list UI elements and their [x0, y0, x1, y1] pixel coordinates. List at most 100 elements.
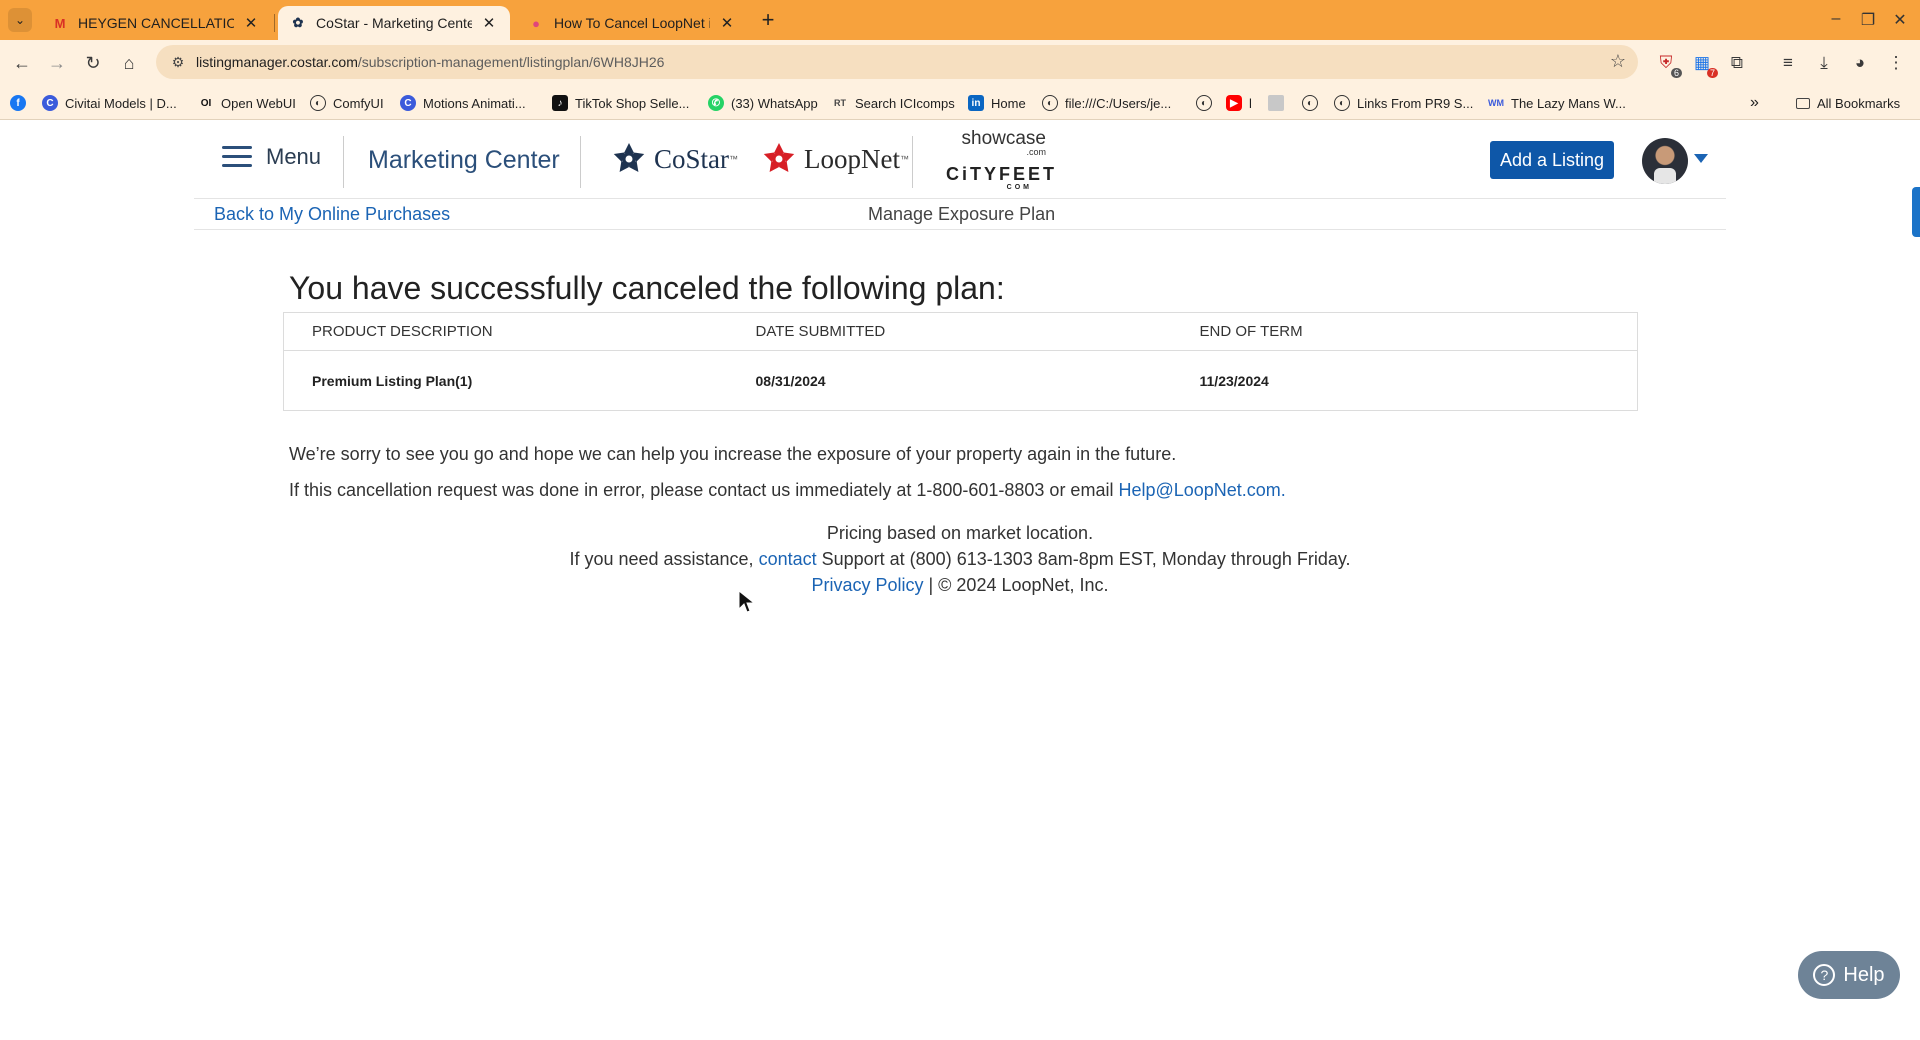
legal-line: Privacy Policy | © 2024 LoopNet, Inc.: [0, 572, 1920, 598]
avatar[interactable]: [1642, 138, 1688, 184]
tiktok-icon: ♪: [552, 95, 568, 111]
whatsapp-icon: ✆: [708, 95, 724, 111]
bookmark-star-icon[interactable]: ☆: [1610, 51, 1626, 72]
tab-heygen-cancellation[interactable]: M HEYGEN CANCELLATION - Ja ✕: [40, 6, 272, 40]
tab-title: CoStar - Marketing Center: [316, 15, 472, 31]
new-tab-button[interactable]: +: [756, 7, 780, 32]
bookmark-motions[interactable]: C Motions Animati...: [400, 94, 526, 112]
header-divider: [343, 136, 344, 188]
rt-icon: RT: [834, 98, 846, 108]
bookmark-lazy-mans[interactable]: WM The Lazy Mans W...: [1488, 94, 1626, 112]
loopnet-icon: ●: [532, 15, 540, 31]
error-message: If this cancellation request was done in…: [289, 480, 1286, 501]
subnav-bar: Back to My Online Purchases Manage Expos…: [194, 198, 1726, 230]
close-icon[interactable]: ✕: [242, 14, 260, 32]
column-header: PRODUCT DESCRIPTION: [283, 312, 728, 351]
home-icon[interactable]: ⌂: [117, 51, 141, 75]
shield-extension-icon[interactable]: ⛨ 6: [1654, 51, 1682, 78]
help-button[interactable]: ? Help: [1798, 951, 1900, 999]
bookmarks-bar: f C Civitai Models | D... OI Open WebUI ◐ C…: [0, 86, 1920, 120]
restore-icon[interactable]: ❐: [1858, 10, 1878, 30]
bookmark-globe[interactable]: ◐: [1196, 94, 1219, 112]
tab-how-to-cancel-loopnet[interactable]: ● How To Cancel LoopNet in T ✕: [516, 6, 748, 40]
side-scroll-tab[interactable]: [1912, 187, 1920, 237]
close-icon[interactable]: ✕: [718, 14, 736, 32]
profile-icon[interactable]: ◕: [1848, 51, 1872, 75]
footer: Pricing based on market location. If you…: [0, 520, 1920, 598]
question-icon: ?: [1813, 964, 1836, 986]
header-divider: [912, 136, 913, 188]
forward-arrow-icon[interactable]: →: [45, 51, 69, 75]
bookmark-links-from-pr9[interactable]: ◐ Links From PR9 S...: [1334, 94, 1473, 112]
bookmark-open-webui[interactable]: OI Open WebUI: [198, 94, 296, 112]
costar-mark-icon: [613, 143, 645, 172]
header-divider: [580, 136, 581, 188]
address-bar[interactable]: ⚙ listingmanager.costar.com/subscription…: [156, 45, 1638, 79]
bookmark-facebook[interactable]: f: [10, 94, 33, 112]
back-to-purchases-link[interactable]: Back to My Online Purchases: [214, 204, 450, 225]
all-bookmarks-button[interactable]: All Bookmarks: [1796, 94, 1900, 112]
cityfeet-logo[interactable]: CiTYFEET COM: [946, 164, 1057, 191]
bookmark-comfyui[interactable]: ◐ ComfyUI: [310, 94, 384, 112]
error-message-text: If this cancellation request was done in…: [289, 480, 1119, 500]
plan-table: PRODUCT DESCRIPTION DATE SUBMITTED END O…: [283, 312, 1638, 411]
globe-icon: ◐: [1196, 95, 1212, 111]
back-arrow-icon[interactable]: ←: [10, 51, 34, 75]
bookmark-home[interactable]: in Home: [968, 94, 1026, 112]
bookmark-whatsapp[interactable]: ✆ (33) WhatsApp: [708, 94, 818, 112]
showcase-suffix: .com: [1026, 147, 1046, 157]
page-content: Menu Marketing Center CoStar ™ LoopNet ™…: [0, 120, 1920, 1040]
bookmarks-overflow-chevron-icon[interactable]: »: [1750, 94, 1759, 112]
site-settings-icon[interactable]: ⚙: [168, 54, 188, 71]
bookmark-youtube[interactable]: ▶ l: [1226, 94, 1252, 112]
browser-toolbar: ← → ↻ ⌂ ⚙ listingmanager.costar.com/subs…: [0, 40, 1920, 86]
showcase-logo[interactable]: showcase .com: [946, 129, 1047, 157]
help-email-link[interactable]: Help@LoopNet.com.: [1118, 480, 1285, 500]
calendar-extension-icon[interactable]: ▦ 7: [1690, 51, 1718, 78]
date-submitted-cell: 08/31/2024: [755, 372, 826, 389]
loopnet-logo[interactable]: LoopNet ™: [762, 142, 909, 176]
subnav-title: Manage Exposure Plan: [868, 204, 1056, 224]
column-header: DATE SUBMITTED: [727, 312, 1172, 351]
wm-icon: WM: [1488, 98, 1504, 108]
openwebui-icon: OI: [200, 97, 212, 109]
tab-search-button[interactable]: ⌄: [8, 8, 32, 32]
table-row: Premium Listing Plan(1) 08/31/2024 11/23…: [284, 351, 1638, 411]
loopnet-mark-icon: [763, 143, 795, 172]
extensions-puzzle-icon[interactable]: ⧉: [1725, 51, 1749, 75]
assistance-line: If you need assistance, contact Support …: [0, 546, 1920, 572]
bookmark-search-icicomps[interactable]: RT Search ICIcomps: [832, 94, 955, 112]
pricing-note: Pricing based on market location.: [826, 523, 1094, 543]
bookmark-file[interactable]: ◐ file:///C:/Users/je...: [1042, 94, 1171, 112]
bookmark-image[interactable]: [1268, 94, 1291, 112]
window-close-icon[interactable]: ✕: [1890, 10, 1910, 30]
sorry-message: We’re sorry to see you go and hope we ca…: [289, 444, 1177, 464]
bookmark-civitai[interactable]: C Civitai Models | D...: [42, 94, 177, 112]
folder-icon: [1796, 97, 1810, 109]
civitai-icon: C: [42, 95, 58, 111]
copyright-text: | © 2024 LoopNet, Inc.: [923, 575, 1109, 595]
menu-button[interactable]: Menu: [222, 144, 321, 170]
table-header-row: PRODUCT DESCRIPTION DATE SUBMITTED END O…: [283, 312, 1638, 351]
contact-link[interactable]: contact: [759, 549, 817, 569]
bookmark-globe[interactable]: ◐: [1302, 94, 1325, 112]
costar-logo[interactable]: CoStar ™: [612, 142, 738, 176]
privacy-policy-link[interactable]: Privacy Policy: [811, 575, 923, 595]
minimize-icon[interactable]: –: [1826, 10, 1846, 28]
add-listing-button[interactable]: Add a Listing: [1490, 141, 1614, 179]
close-icon[interactable]: ✕: [480, 14, 498, 32]
kebab-menu-icon[interactable]: ⋮: [1884, 51, 1908, 75]
reload-icon[interactable]: ↻: [81, 51, 105, 75]
media-controls-icon[interactable]: ≡: [1776, 51, 1800, 75]
assistance-suffix: Support at (800) 613-1303 8am-8pm EST, M…: [816, 549, 1351, 569]
youtube-icon: ▶: [1226, 95, 1242, 111]
bookmark-tiktok-shop[interactable]: ♪ TikTok Shop Selle...: [552, 94, 689, 112]
product-description-cell: Premium Listing Plan(1): [312, 372, 473, 389]
globe-icon: ◐: [1042, 95, 1058, 111]
facebook-icon: f: [10, 95, 26, 111]
hamburger-icon: [222, 146, 252, 168]
download-icon[interactable]: ⤓: [1812, 51, 1836, 75]
tab-costar-marketing-center[interactable]: ✿ CoStar - Marketing Center ✕: [278, 6, 510, 40]
caret-down-icon[interactable]: [1694, 154, 1708, 163]
marketing-center-title[interactable]: Marketing Center: [368, 146, 560, 175]
